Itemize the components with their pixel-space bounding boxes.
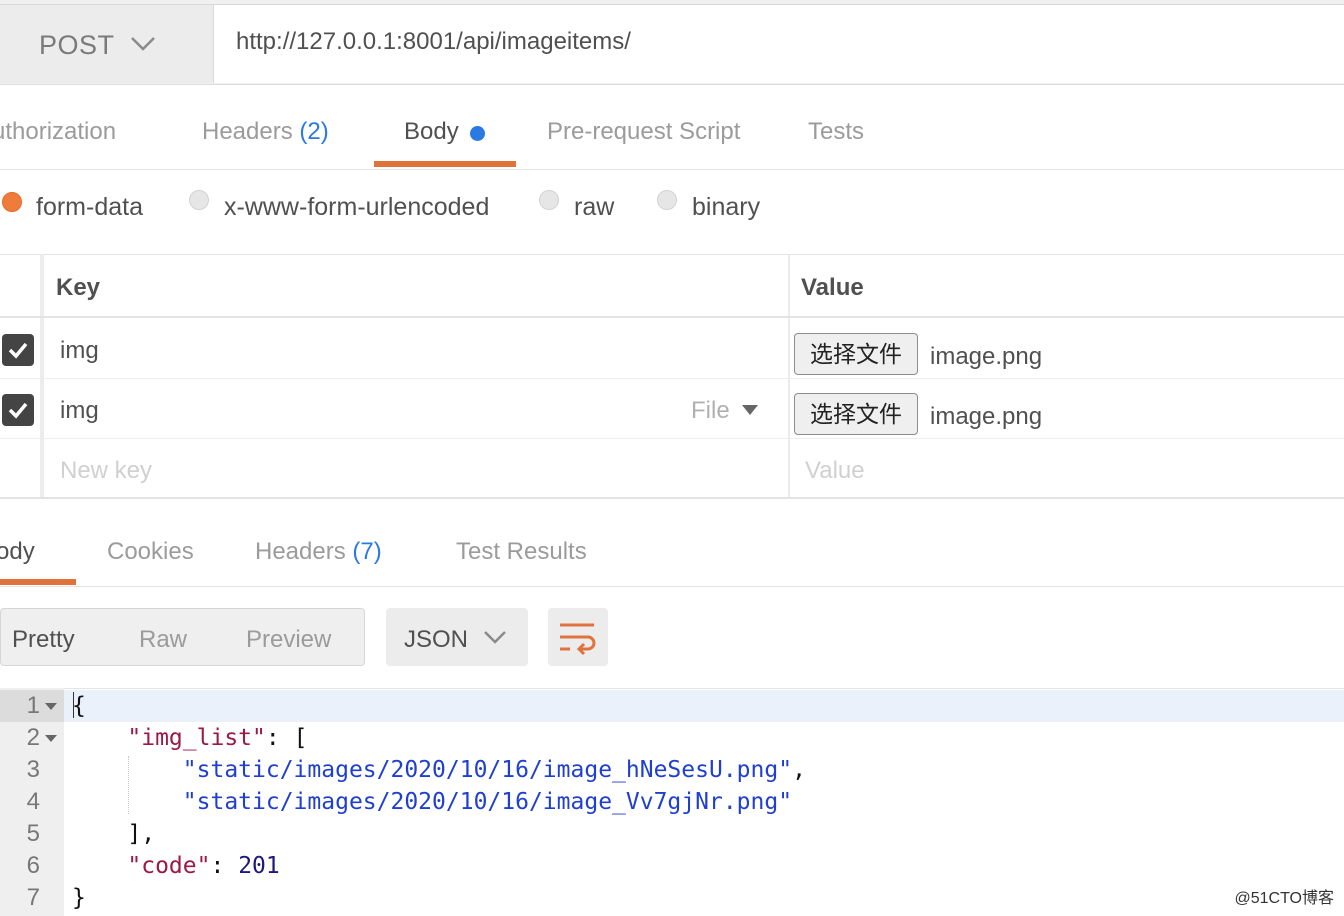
line-number: 3 bbox=[26, 756, 40, 783]
radio-form-data[interactable] bbox=[2, 192, 22, 212]
check-icon bbox=[8, 342, 28, 359]
code-line: "img_list": [ bbox=[127, 725, 308, 751]
view-preview-button[interactable]: Preview bbox=[246, 626, 331, 654]
radio-raw[interactable] bbox=[539, 190, 559, 210]
view-pretty-button[interactable]: Pretty bbox=[12, 626, 75, 654]
row-key[interactable]: img bbox=[60, 397, 99, 425]
new-key-input[interactable]: New key bbox=[60, 457, 152, 485]
table-bottom-border bbox=[0, 497, 1344, 499]
row-divider bbox=[0, 378, 1344, 379]
line-number: 7 bbox=[26, 884, 40, 911]
file-name: image.png bbox=[930, 343, 1043, 370]
row-checkbox[interactable] bbox=[2, 394, 34, 426]
choose-file-button[interactable]: 选择文件 bbox=[794, 333, 918, 375]
fold-arrow-icon[interactable] bbox=[45, 703, 57, 711]
tab-authorization[interactable]: uthorization bbox=[0, 118, 116, 146]
table-top-border bbox=[0, 254, 1344, 255]
code-line: "code": 201 bbox=[127, 853, 280, 879]
body-modified-dot-icon bbox=[470, 126, 485, 141]
tab-tests[interactable]: Tests bbox=[808, 118, 864, 146]
radio-x-www-form-urlencoded[interactable] bbox=[189, 190, 209, 210]
row-key[interactable]: img bbox=[60, 337, 99, 365]
code-line: "static/images/2020/10/16/image_hNeSesU.… bbox=[182, 757, 806, 783]
code-line: "static/images/2020/10/16/image_Vv7gjNr.… bbox=[182, 789, 793, 815]
chevron-down-icon[interactable] bbox=[130, 36, 156, 52]
radio-binary[interactable] bbox=[657, 190, 677, 210]
response-tab-body[interactable]: ody bbox=[0, 538, 35, 566]
radio-label-binary[interactable]: binary bbox=[692, 193, 760, 222]
tab-body[interactable]: Body bbox=[404, 118, 459, 146]
format-label[interactable]: JSON bbox=[404, 626, 468, 654]
response-tabs-border bbox=[0, 586, 1344, 587]
code-line: ], bbox=[72, 821, 156, 847]
new-value-input[interactable]: Value bbox=[805, 457, 865, 485]
radio-label-form-data[interactable]: form-data bbox=[36, 193, 143, 222]
line-number: 1 bbox=[26, 692, 40, 719]
row-checkbox[interactable] bbox=[2, 334, 34, 366]
choose-file-button[interactable]: 选择文件 bbox=[794, 393, 918, 435]
tab-pre-request-script[interactable]: Pre-request Script bbox=[547, 118, 740, 146]
line-number: 5 bbox=[26, 820, 40, 847]
fold-arrow-icon[interactable] bbox=[45, 735, 57, 743]
method-label[interactable]: POST bbox=[39, 30, 115, 61]
radio-label-raw[interactable]: raw bbox=[574, 193, 614, 222]
response-active-underline bbox=[0, 579, 76, 585]
caret-down-icon[interactable] bbox=[742, 405, 758, 415]
line-number: 6 bbox=[26, 852, 40, 879]
response-tab-cookies[interactable]: Cookies bbox=[107, 538, 194, 566]
table-header-border bbox=[0, 316, 1344, 318]
table-col-divider bbox=[40, 254, 44, 498]
response-tab-test-results[interactable]: Test Results bbox=[456, 538, 587, 566]
code-top-border bbox=[0, 688, 1344, 689]
radio-label-urlencoded[interactable]: x-www-form-urlencoded bbox=[224, 193, 489, 222]
table-header-value: Value bbox=[801, 274, 864, 301]
table-col-divider bbox=[788, 254, 790, 498]
tab-headers[interactable]: Headers (2) bbox=[202, 118, 329, 146]
code-line: { bbox=[72, 693, 86, 719]
key-type-select[interactable]: File bbox=[691, 397, 730, 425]
line-number: 4 bbox=[26, 788, 40, 815]
url-text[interactable]: http://127.0.0.1:8001/api/imageitems/ bbox=[236, 28, 631, 56]
row-divider bbox=[0, 438, 1344, 439]
table-header-key: Key bbox=[56, 274, 101, 301]
response-tab-headers[interactable]: Headers (7) bbox=[255, 538, 382, 566]
code-line: } bbox=[72, 885, 86, 911]
active-line-highlight bbox=[64, 690, 1344, 722]
view-raw-button[interactable]: Raw bbox=[139, 626, 187, 654]
check-icon bbox=[8, 402, 28, 419]
line-number: 2 bbox=[26, 724, 40, 751]
chevron-down-icon[interactable] bbox=[483, 630, 507, 644]
wrap-lines-icon bbox=[560, 623, 596, 656]
wrap-lines-button[interactable] bbox=[548, 608, 608, 666]
active-tab-underline bbox=[374, 161, 516, 167]
watermark: @51CTO博客 bbox=[1234, 890, 1334, 907]
file-name: image.png bbox=[930, 403, 1043, 430]
